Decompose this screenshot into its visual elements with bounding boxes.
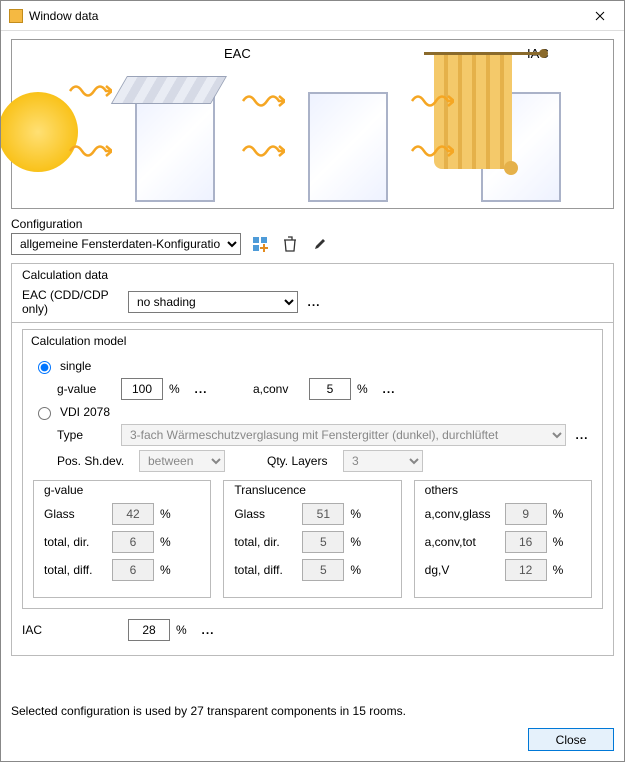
radio-single-label: single <box>60 359 91 373</box>
app-icon <box>9 9 23 23</box>
sun-icon <box>1 92 78 172</box>
others-sub-title: others <box>425 483 581 497</box>
transl-diff-label: total, diff. <box>234 563 296 577</box>
gvalue-glass-label: Glass <box>44 507 106 521</box>
type-more-button[interactable]: ... <box>572 428 592 442</box>
iac-input[interactable] <box>128 619 170 641</box>
calculation-model-group <box>12 322 613 329</box>
gvalue-glass-input <box>112 503 154 525</box>
gvalue-subgroup: g-value Glass% total, dir.% total, diff.… <box>33 480 211 598</box>
gvalue-dir-label: total, dir. <box>44 535 106 549</box>
others-subgroup: others a,conv,glass% a,conv,tot% dg,V% <box>414 480 592 598</box>
qty-layers-label: Qty. Layers <box>267 454 337 468</box>
pct: % <box>169 382 185 396</box>
transl-glass-label: Glass <box>234 507 296 521</box>
radio-vdi-label: VDI 2078 <box>60 405 110 419</box>
eac-cdd-label: EAC (CDD/CDP only) <box>22 288 122 316</box>
transl-dir-label: total, dir. <box>234 535 296 549</box>
calc-model-title: Calculation model <box>27 334 130 348</box>
translucence-subgroup: Translucence Glass% total, dir.% total, … <box>223 480 401 598</box>
footer-note: Selected configuration is used by 27 tra… <box>1 698 624 722</box>
aconvglass-input <box>505 503 547 525</box>
radio-vdi2078[interactable] <box>38 407 51 420</box>
radio-single[interactable] <box>38 361 51 374</box>
aconvglass-label: a,conv,glass <box>425 507 499 521</box>
eac-more-button[interactable]: ... <box>304 295 324 309</box>
pos-shdev-label: Pos. Sh.dev. <box>57 454 133 468</box>
add-config-icon[interactable] <box>249 233 271 255</box>
aconvtot-input <box>505 531 547 553</box>
configuration-select[interactable]: allgemeine Fensterdaten-Konfiguration <box>11 233 241 255</box>
type-label: Type <box>57 428 115 442</box>
dgv-input <box>505 559 547 581</box>
eac-shading-select[interactable]: no shading <box>128 291 298 313</box>
aconvtot-label: a,conv,tot <box>425 535 499 549</box>
close-button[interactable]: Close <box>528 728 614 751</box>
awning-icon <box>110 76 226 104</box>
scene-plain <box>261 62 434 202</box>
gvalue-diff-input <box>112 559 154 581</box>
eac-label: EAC <box>162 46 312 61</box>
scene-eac <box>88 62 261 202</box>
aconv-label: a,conv <box>253 382 303 396</box>
edit-config-icon[interactable] <box>309 233 331 255</box>
calculation-data-group: Calculation data EAC (CDD/CDP only) no s… <box>11 263 614 656</box>
pos-shdev-select: between <box>139 450 225 472</box>
transl-glass-input <box>302 503 344 525</box>
gvalue-input[interactable] <box>121 378 163 400</box>
window-title: Window data <box>29 9 580 23</box>
curtain-icon <box>424 52 524 182</box>
qty-layers-select: 3 <box>343 450 423 472</box>
gvalue-dir-input <box>112 531 154 553</box>
iac-row-label: IAC <box>22 623 122 637</box>
gvalue-more-button[interactable]: ... <box>191 382 211 396</box>
gvalue-label: g-value <box>57 382 115 396</box>
scene-iac <box>434 62 607 202</box>
calculation-model-box: Calculation model single g-value % ... a… <box>22 329 603 609</box>
type-select: 3-fach Wärmeschutzverglasung mit Fenster… <box>121 424 566 446</box>
transl-diff-input <box>302 559 344 581</box>
delete-config-icon[interactable] <box>279 233 301 255</box>
configuration-label: Configuration <box>11 217 614 231</box>
aconv-input[interactable] <box>309 378 351 400</box>
transl-sub-title: Translucence <box>234 483 390 497</box>
content-area: EAC IAC <box>1 31 624 698</box>
window: Window data EAC IAC <box>0 0 625 762</box>
titlebar: Window data <box>1 1 624 31</box>
gvalue-sub-title: g-value <box>44 483 200 497</box>
aconv-more-button[interactable]: ... <box>379 382 399 396</box>
illustration-panel: EAC IAC <box>11 39 614 209</box>
calc-data-title: Calculation data <box>22 268 603 282</box>
iac-more-button[interactable]: ... <box>198 623 218 637</box>
close-icon[interactable] <box>580 2 620 30</box>
gvalue-diff-label: total, diff. <box>44 563 106 577</box>
dgv-label: dg,V <box>425 563 499 577</box>
transl-dir-input <box>302 531 344 553</box>
